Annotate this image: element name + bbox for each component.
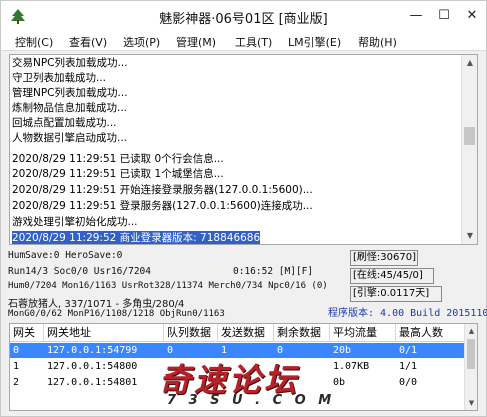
log-line: 人物数据引擎启动成功...	[12, 132, 128, 144]
scroll-up-icon[interactable]: ▲	[465, 324, 477, 338]
cell-max-users: 1/1	[399, 361, 418, 372]
engine-uptime-badge: [引擎:0.0117天]	[350, 286, 442, 302]
status-uptime: 0:16:52 [M][F]	[233, 266, 314, 277]
log-panel[interactable]: 交易NPC列表加载成功... 守卫列表加载成功... 管理NPC列表加载成功..…	[9, 54, 478, 245]
status-mongen: MonG0/0/62 MonP16/1108/1218 ObjRun0/1163	[8, 309, 225, 319]
status-save: HumSave:0 HeroSave:0	[8, 250, 123, 261]
log-line: 炼制物品信息加载成功...	[12, 102, 128, 114]
minimize-button[interactable]: —	[402, 1, 430, 31]
menu-options[interactable]: 选项(P)	[123, 34, 160, 50]
forum-watermark-logo: 奇速论坛 7 3 S U . C O M	[159, 355, 339, 413]
program-version: 程序版本: 4.00 Build 20151104	[328, 308, 487, 319]
menu-manage[interactable]: 管理(M)	[176, 34, 216, 50]
status-monster: 石蓉放猪人, 337/1071 - 多角虫/280/4	[8, 299, 185, 310]
col-address[interactable]: 网关地址	[44, 324, 164, 342]
title-bar: 魅影神器·06号01区 [商业版] — ☐ ✕	[1, 1, 486, 31]
scroll-down-icon[interactable]: ▼	[462, 228, 477, 244]
online-count-badge: [在线:45/45/0]	[350, 268, 434, 284]
cell-gateway: 1	[13, 361, 20, 372]
log-line: 2020/8/29 11:29:51 已读取 1个城堡信息...	[12, 168, 224, 180]
main-window: 魅影神器·06号01区 [商业版] — ☐ ✕ 控制(C) 查看(V) 选项(P…	[0, 0, 487, 417]
cell-address: 127.0.0.1:54799	[47, 345, 138, 356]
menu-lm-engine[interactable]: LM引擎(E)	[288, 34, 341, 50]
log-line: 2020/8/29 11:29:51 开始连接登录服务器(127.0.0.1:5…	[12, 184, 313, 196]
status-objects: Hum0/7204 Mon16/1163 UsrRot328/11374 Mer…	[8, 281, 328, 291]
menu-control[interactable]: 控制(C)	[15, 34, 53, 50]
scroll-down-icon[interactable]: ▼	[465, 396, 477, 410]
col-gateway[interactable]: 网关	[10, 324, 44, 342]
menu-bar: 控制(C) 查看(V) 选项(P) 管理(M) 工具(T) LM引擎(E) 帮助…	[1, 31, 486, 51]
log-line: 回城点配置加载成功...	[12, 117, 117, 129]
col-queue[interactable]: 队列数据	[164, 324, 218, 342]
close-button[interactable]: ✕	[458, 1, 486, 31]
menu-tools[interactable]: 工具(T)	[235, 34, 272, 50]
maximize-button[interactable]: ☐	[430, 1, 458, 31]
table-header: 网关 网关地址 队列数据 发送数据 剩余数据 平均流量 最高人数	[10, 324, 465, 342]
col-avg-traffic[interactable]: 平均流量	[330, 324, 396, 342]
col-remain[interactable]: 剩余数据	[274, 324, 330, 342]
scroll-up-icon[interactable]: ▲	[462, 55, 477, 71]
col-max-users[interactable]: 最高人数	[396, 324, 465, 342]
refresh-count-badge: [刷怪:30670]	[350, 250, 418, 266]
table-scrollbar[interactable]: ▲ ▼	[464, 324, 477, 410]
cell-gateway: 2	[13, 377, 20, 388]
log-scrollbar[interactable]: ▲ ▼	[461, 55, 477, 244]
cell-gateway: 0	[13, 345, 20, 356]
table-scrollbar-thumb[interactable]	[467, 339, 475, 369]
cell-max-users: 0/1	[399, 345, 418, 356]
col-sent[interactable]: 发送数据	[218, 324, 274, 342]
log-line: 2020/8/29 11:29:51 登录服务器(127.0.0.1:5600)…	[12, 200, 313, 212]
log-line: 游戏处理引擎初始化成功...	[12, 216, 138, 228]
log-line: 管理NPC列表加载成功...	[12, 87, 128, 99]
log-line: 2020/8/29 11:29:51 已读取 0个行会信息...	[12, 153, 224, 165]
log-line-selected: 2020/8/29 11:29:52 商业登录器版本: 718846686	[12, 231, 261, 244]
watermark-sub-text: 7 3 S U . C O M	[167, 393, 336, 408]
log-scrollbar-thumb[interactable]	[464, 127, 475, 145]
log-line: 守卫列表加载成功...	[12, 72, 107, 84]
menu-help[interactable]: 帮助(H)	[358, 34, 397, 50]
log-line: 交易NPC列表加载成功...	[12, 57, 128, 69]
menu-view[interactable]: 查看(V)	[69, 34, 107, 50]
status-run: Run14/3 Soc0/0 Usr16/7204	[8, 266, 151, 277]
cell-address: 127.0.0.1:54800	[47, 361, 138, 372]
cell-address: 127.0.0.1:54801	[47, 377, 138, 388]
cell-max-users: 0/0	[399, 377, 418, 388]
